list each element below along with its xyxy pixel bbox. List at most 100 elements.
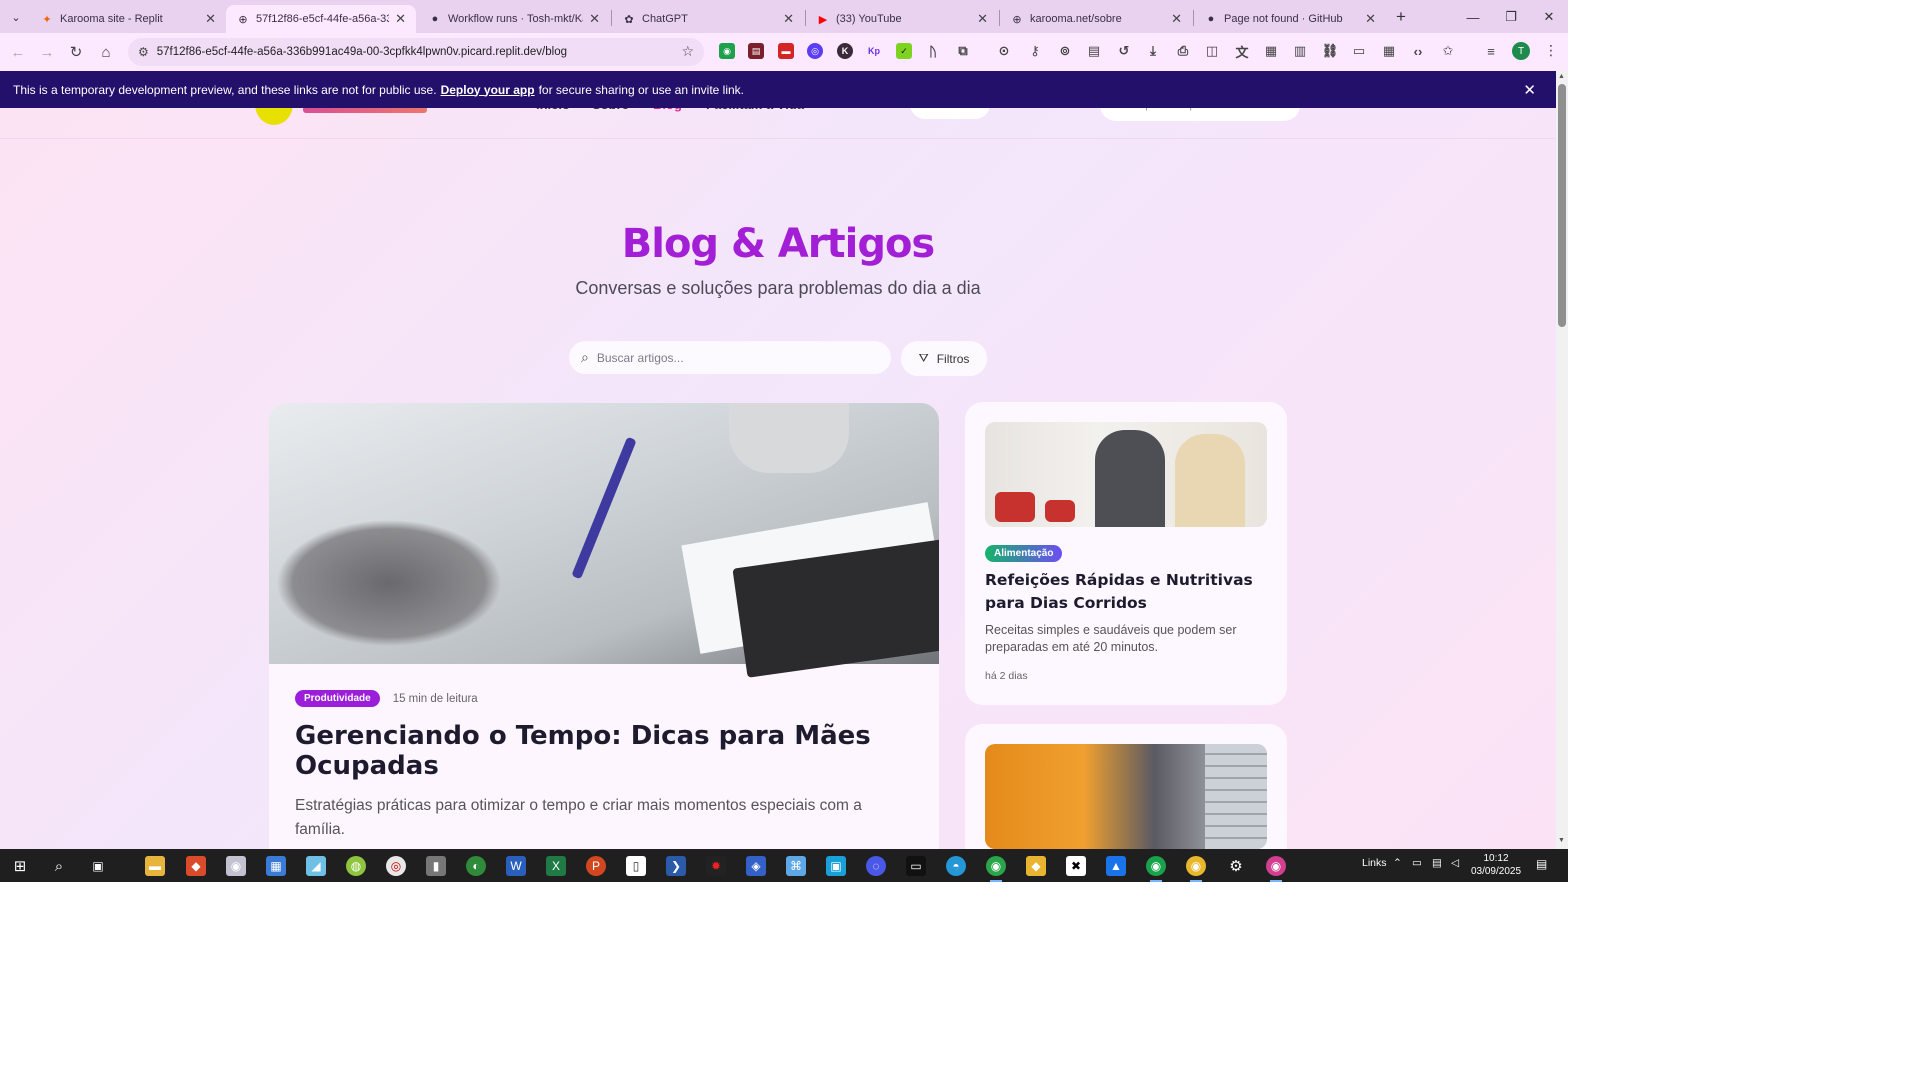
app-icon[interactable]: ◢ [306,856,326,876]
close-tab-icon[interactable]: ✕ [977,11,988,27]
menu-kebab-icon[interactable]: ⋮ [1544,42,1558,59]
extensions-puzzle-icon[interactable]: ⧉ [955,43,971,59]
network-icon[interactable]: ▤ [1432,857,1442,869]
key-icon[interactable]: ⚷ [1027,43,1043,59]
close-tab-icon[interactable]: ✕ [783,11,794,27]
restore-button[interactable]: ❐ [1496,6,1526,28]
powerpoint-icon[interactable]: P [586,856,606,876]
close-tab-icon[interactable]: ✕ [395,11,406,27]
close-tab-icon[interactable]: ✕ [589,11,600,27]
featured-article-card[interactable]: Produtividade 15 min de leitura Gerencia… [269,403,939,849]
qr-code-icon[interactable]: ▦ [1263,43,1279,59]
extension-7-icon[interactable]: ✓ [896,43,912,59]
home-button[interactable]: ⌂ [96,42,116,62]
translate-icon[interactable]: 文 [1234,43,1250,60]
chrome-icon[interactable]: ◉ [1266,856,1286,882]
app-icon[interactable]: ◈ [746,856,766,876]
bookmark-star-icon[interactable]: ☆ [681,43,694,60]
extension-4-icon[interactable]: ◎ [807,43,823,59]
reading-list-icon[interactable]: ▤ [1086,43,1102,59]
app-icon[interactable]: ✹ [706,856,726,876]
history-icon[interactable]: ↺ [1116,43,1132,59]
app-icon[interactable]: ▣ [826,856,846,876]
clock[interactable]: 10:12 03/09/2025 [1466,852,1526,878]
chrome-icon[interactable]: ◉ [1146,856,1166,882]
forward-button[interactable]: → [37,42,57,62]
category-badge[interactable]: Alimentação [985,545,1063,562]
terminal-icon[interactable]: ▭ [906,856,926,876]
chrome-icon[interactable]: ◉ [1186,856,1206,882]
app-icon[interactable]: ◉ [226,856,246,876]
close-tab-icon[interactable]: ✕ [205,11,216,27]
media-control-icon[interactable]: ≡ [1483,43,1499,59]
site-info-icon[interactable]: ⚙ [138,45,149,59]
app-icon[interactable]: ◌ [866,856,886,876]
app-icon[interactable]: ▮ [426,856,446,876]
article-search-input[interactable]: ⌕ Buscar artigos... [569,341,891,374]
app-icon[interactable]: ◆ [1026,856,1046,876]
tab-chatgpt[interactable]: ✿ ChatGPT ✕ [612,5,804,33]
print-icon[interactable]: ⎙ [1175,43,1191,59]
download-icon[interactable]: ⤓ [1145,43,1161,59]
close-banner-icon[interactable]: ✕ [1523,81,1536,99]
notepad-icon[interactable]: ▯ [626,856,646,876]
extension-2-icon[interactable]: ▤ [748,43,764,59]
location-icon[interactable]: ⊚ [1057,43,1073,59]
featured-article-title[interactable]: Gerenciando o Tempo: Dicas para Mães Ocu… [295,721,915,781]
address-bar[interactable]: ⚙ 57f12f86-e5cf-44fe-a56a-336b991ac49a-0… [128,38,704,66]
links-toolbar[interactable]: Links [1362,857,1387,869]
screenshot-icon[interactable]: ◫ [1204,43,1220,59]
word-icon[interactable]: W [506,856,526,876]
back-button[interactable]: ← [8,42,28,62]
profile-avatar[interactable]: T [1512,42,1530,60]
link-icon[interactable]: ⛓ [1322,43,1339,59]
app-icon[interactable]: ◆ [186,856,206,876]
windows-start-icon[interactable]: ⊞ [10,856,30,876]
page-scrollbar[interactable]: ▲ ▼ [1556,71,1568,849]
docker-icon[interactable]: ◓ [946,856,966,876]
close-tab-icon[interactable]: ✕ [1365,11,1376,27]
search-icon[interactable]: ⌕ [49,856,69,876]
filters-button[interactable]: ⛛ Filtros [901,341,987,376]
extension-1-icon[interactable]: ◉ [719,43,735,59]
article-card-title[interactable]: Refeições Rápidas e Nutritivas para Dias… [985,569,1270,615]
extension-6-icon[interactable]: Kp [866,43,882,59]
tab-github-not-found[interactable]: ● Page not found · GitHub ✕ [1194,5,1386,33]
article-card[interactable] [965,724,1287,849]
close-tab-icon[interactable]: ✕ [1171,11,1182,27]
extension-5-icon[interactable]: K [837,43,853,59]
table-icon[interactable]: ▦ [1381,43,1397,59]
extension-3-icon[interactable]: ▬ [778,43,794,59]
reader-mode-icon[interactable]: ▥ [1292,43,1308,59]
app-icon[interactable]: ✖ [1066,856,1086,876]
tab-search-icon[interactable]: ⌄ [6,7,26,27]
chevron-up-icon[interactable]: ⌃ [1393,857,1402,869]
tab-youtube[interactable]: ▶ (33) YouTube ✕ [806,5,998,33]
excel-icon[interactable]: X [546,856,566,876]
minimize-button[interactable]: — [1458,6,1488,28]
calculator-icon[interactable]: ▦ [266,856,286,876]
app-icon[interactable]: ◍ [346,856,366,876]
notifications-icon[interactable]: ▤ [1536,857,1547,871]
volume-icon[interactable]: ◁ [1451,857,1459,869]
favorites-icon[interactable]: ✩ [1440,43,1456,59]
battery-icon[interactable]: ▭ [1412,857,1422,869]
new-tab-button[interactable]: + [1391,7,1411,27]
extension-8-icon[interactable]: ᚢ [925,43,941,59]
settings-gear-icon[interactable]: ⚙ [1226,856,1246,876]
task-view-icon[interactable]: ▣ [88,856,108,876]
app-icon[interactable]: ◐ [466,856,486,876]
chrome-icon[interactable]: ◉ [986,856,1006,882]
deploy-app-link[interactable]: Deploy your app [441,83,535,97]
google-drive-icon[interactable]: ▲ [1106,856,1126,876]
tab-karooma-replit[interactable]: ✦ Karooma site - Replit ✕ [30,5,226,33]
article-card[interactable]: Alimentação Refeições Rápidas e Nutritiv… [965,402,1287,705]
tab-karooma-sobre[interactable]: ⊕ karooma.net/sobre ✕ [1000,5,1192,33]
app-icon[interactable]: ◎ [386,856,406,876]
scrollbar-thumb[interactable] [1558,84,1566,327]
devices-icon[interactable]: ▭ [1351,43,1367,59]
code-icon[interactable]: ‹› [1410,43,1426,59]
file-explorer-icon[interactable]: ▬ [145,856,165,876]
powershell-icon[interactable]: ❯ [666,856,686,876]
incognito-icon[interactable]: ⊙ [996,43,1012,59]
